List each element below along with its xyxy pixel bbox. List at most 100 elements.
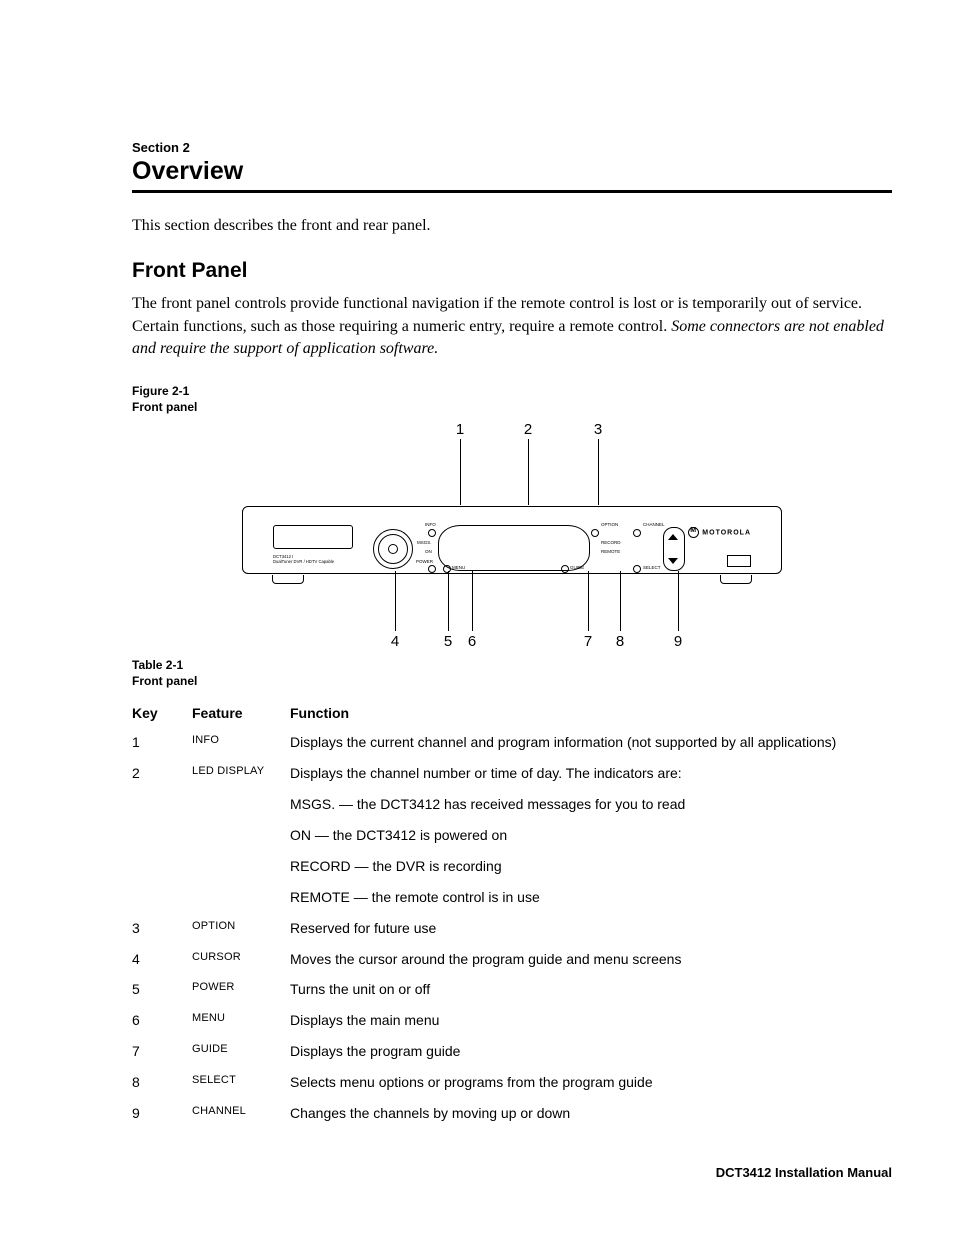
cell-function-sub: ON — the DCT3412 is powered on	[290, 826, 884, 845]
th-key: Key	[132, 699, 192, 727]
callout-lead	[620, 571, 621, 631]
table-caption-line1: Table 2-1	[132, 658, 183, 672]
motorola-logo: MOTOROLA	[688, 527, 751, 538]
cell-key: 5	[132, 974, 192, 1005]
callout-lead	[448, 571, 449, 631]
cell-feature: OPTION	[192, 913, 290, 944]
cell-function: Reserved for future use	[290, 913, 892, 944]
cell-function: Selects menu options or programs from th…	[290, 1067, 892, 1098]
table-row: 6MENUDisplays the main menu	[132, 1005, 892, 1036]
cell-feature: CURSOR	[192, 944, 290, 975]
table-caption: Table 2-1 Front panel	[132, 657, 892, 689]
callout-7: 7	[580, 633, 596, 650]
table-row: 8SELECTSelects menu options or programs …	[132, 1067, 892, 1098]
cell-function: Turns the unit on or off	[290, 974, 892, 1005]
cell-function-sub: REMOTE — the remote control is in use	[290, 888, 884, 907]
table-row: 4CURSORMoves the cursor around the progr…	[132, 944, 892, 975]
callout-lead	[678, 571, 679, 631]
label-menu: MENU	[452, 565, 465, 570]
cell-function-sub: RECORD — the DVR is recording	[290, 857, 884, 876]
cell-feature: GUIDE	[192, 1036, 290, 1067]
callout-5: 5	[440, 633, 456, 650]
table-row: 5POWERTurns the unit on or off	[132, 974, 892, 1005]
callout-8: 8	[612, 633, 628, 650]
table-row: 1INFODisplays the current channel and pr…	[132, 727, 892, 758]
label-power: POWER	[416, 559, 433, 564]
table-row: 9CHANNELChanges the channels by moving u…	[132, 1098, 892, 1129]
callout-9: 9	[670, 633, 686, 650]
cell-function-sub: MSGS. — the DCT3412 has received message…	[290, 795, 884, 814]
device-foot	[720, 575, 752, 584]
btn-dot	[428, 565, 436, 573]
cell-key: 3	[132, 913, 192, 944]
btn-dot	[633, 529, 641, 537]
callout-3: 3	[590, 421, 606, 438]
table-row: 2LED DISPLAYDisplays the channel number …	[132, 758, 892, 912]
cell-key: 4	[132, 944, 192, 975]
cell-key: 2	[132, 758, 192, 912]
device-chassis: DCT3412 IDualTuner DVR / HDTV Capable IN…	[242, 506, 782, 574]
section-rule	[132, 190, 892, 193]
label-remote: REMOTE	[601, 549, 620, 554]
figure-caption: Figure 2-1 Front panel	[132, 383, 892, 415]
cursor-pad	[373, 529, 413, 569]
label-on: ON	[425, 549, 432, 554]
cell-feature: CHANNEL	[192, 1098, 290, 1129]
figure-caption-line1: Figure 2-1	[132, 384, 189, 398]
label-record: RECORD	[601, 540, 621, 545]
cell-key: 1	[132, 727, 192, 758]
callout-lead	[395, 571, 396, 631]
label-option: OPTION	[601, 522, 618, 527]
callout-1: 1	[452, 421, 468, 438]
label-guide: GUIDE	[570, 565, 584, 570]
table-caption-line2: Front panel	[132, 674, 197, 688]
cell-function: Displays the channel number or time of d…	[290, 758, 892, 912]
table-row: 3OPTIONReserved for future use	[132, 913, 892, 944]
dolby-badge	[727, 555, 751, 567]
figure-front-panel: 1 2 3 DCT3412 IDualTuner DVR / HDTV Capa…	[232, 421, 792, 651]
page: Section 2 Overview This section describe…	[0, 0, 954, 1235]
callout-2: 2	[520, 421, 536, 438]
cell-function: Displays the main menu	[290, 1005, 892, 1036]
cell-feature: POWER	[192, 974, 290, 1005]
cell-key: 6	[132, 1005, 192, 1036]
model-text: DCT3412 IDualTuner DVR / HDTV Capable	[273, 555, 334, 564]
btn-dot	[633, 565, 641, 573]
decorative-panel	[273, 525, 353, 549]
device-illustration: DCT3412 IDualTuner DVR / HDTV Capable IN…	[232, 496, 792, 586]
cell-key: 9	[132, 1098, 192, 1129]
callout-lead	[472, 571, 473, 631]
cell-function: Displays the program guide	[290, 1036, 892, 1067]
btn-dot	[561, 565, 569, 573]
label-msgs: MSGS.	[417, 540, 432, 545]
front-panel-heading: Front Panel	[132, 259, 892, 283]
front-panel-table: Key Feature Function 1INFODisplays the c…	[132, 699, 892, 1129]
th-function: Function	[290, 699, 892, 727]
btn-dot	[591, 529, 599, 537]
cell-feature: INFO	[192, 727, 290, 758]
section-title: Overview	[132, 157, 892, 186]
btn-dot	[428, 529, 436, 537]
callout-4: 4	[387, 633, 403, 650]
label-channel: CHANNEL	[643, 522, 665, 527]
label-select: SELECT	[643, 565, 661, 570]
label-info: INFO	[425, 522, 436, 527]
cell-feature: MENU	[192, 1005, 290, 1036]
section-number: Section 2	[132, 140, 892, 155]
cell-key: 8	[132, 1067, 192, 1098]
btn-dot	[443, 565, 451, 573]
cell-function: Displays the current channel and program…	[290, 727, 892, 758]
cell-feature: SELECT	[192, 1067, 290, 1098]
intro-text: This section describes the front and rea…	[132, 215, 892, 237]
callout-lead	[588, 571, 589, 631]
cell-function: Moves the cursor around the program guid…	[290, 944, 892, 975]
cell-key: 7	[132, 1036, 192, 1067]
page-footer: DCT3412 Installation Manual	[716, 1165, 892, 1180]
device-foot	[272, 575, 304, 584]
channel-rocker	[663, 527, 685, 571]
front-panel-paragraph: The front panel controls provide functio…	[132, 293, 892, 360]
figure-caption-line2: Front panel	[132, 400, 197, 414]
callout-6: 6	[464, 633, 480, 650]
cell-function: Changes the channels by moving up or dow…	[290, 1098, 892, 1129]
th-feature: Feature	[192, 699, 290, 727]
